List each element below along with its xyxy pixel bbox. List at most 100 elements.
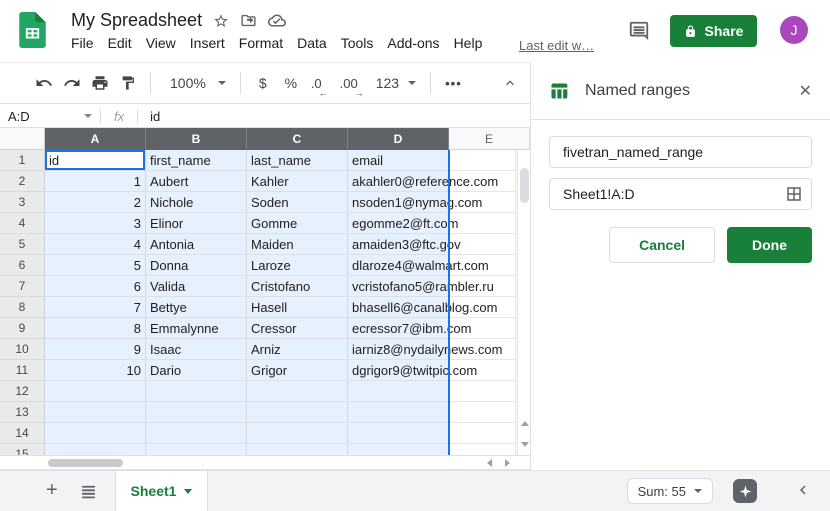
close-icon[interactable]: ✕ [799, 81, 812, 101]
row-header-4[interactable]: 4 [0, 213, 45, 234]
increase-decimal-button[interactable]: .00→ [334, 76, 364, 91]
cell-B4[interactable]: Elinor [146, 213, 247, 234]
all-sheets-menu-icon[interactable] [80, 483, 97, 500]
cell-B3[interactable]: Nichole [146, 192, 247, 213]
row-header-3[interactable]: 3 [0, 192, 45, 213]
cell-D3[interactable]: nsoden1@nymag.com [348, 192, 449, 213]
cell-C9[interactable]: Cressor [247, 318, 348, 339]
horizontal-scrollbar[interactable] [0, 455, 530, 470]
cell-D7[interactable]: vcristofano5@rambler.ru [348, 276, 449, 297]
cell-B15[interactable] [146, 444, 247, 455]
sum-summary-button[interactable]: Sum: 55 [627, 478, 713, 504]
cell-C14[interactable] [247, 423, 348, 444]
cell-A2[interactable]: 1 [45, 171, 146, 192]
cell-A9[interactable]: 8 [45, 318, 146, 339]
done-button[interactable]: Done [727, 227, 812, 263]
scroll-up-icon[interactable] [518, 413, 530, 434]
select-data-range-icon[interactable] [785, 185, 803, 203]
scroll-left-icon[interactable] [481, 456, 498, 470]
cell-A3[interactable]: 2 [45, 192, 146, 213]
row-header-8[interactable]: 8 [0, 297, 45, 318]
column-header-d[interactable]: D [348, 128, 449, 150]
select-all-corner[interactable] [0, 128, 45, 150]
cell-B7[interactable]: Valida [146, 276, 247, 297]
row-header-12[interactable]: 12 [0, 381, 45, 402]
row-header-5[interactable]: 5 [0, 234, 45, 255]
cell-E13[interactable] [449, 402, 516, 423]
cell-C11[interactable]: Grigor [247, 360, 348, 381]
cell-A15[interactable] [45, 444, 146, 455]
cell-B8[interactable]: Bettye [146, 297, 247, 318]
horizontal-scrollbar-thumb[interactable] [48, 459, 123, 467]
vertical-scrollbar[interactable] [517, 150, 530, 455]
cell-A6[interactable]: 5 [45, 255, 146, 276]
scroll-right-icon[interactable] [499, 456, 516, 470]
cell-A10[interactable]: 9 [45, 339, 146, 360]
redo-button[interactable] [58, 69, 86, 97]
print-button[interactable] [86, 69, 114, 97]
cell-E12[interactable] [449, 381, 516, 402]
format-currency-button[interactable]: $ [249, 69, 277, 97]
comment-icon[interactable] [628, 20, 650, 42]
cell-D12[interactable] [348, 381, 449, 402]
move-to-folder-icon[interactable] [240, 12, 257, 29]
cell-B13[interactable] [146, 402, 247, 423]
menu-tools[interactable]: Tools [334, 34, 381, 52]
cell-A1[interactable]: id [45, 150, 146, 171]
cell-A13[interactable] [45, 402, 146, 423]
cell-C3[interactable]: Soden [247, 192, 348, 213]
row-header-1[interactable]: 1 [0, 150, 45, 171]
row-header-2[interactable]: 2 [0, 171, 45, 192]
cell-A14[interactable] [45, 423, 146, 444]
menu-format[interactable]: Format [232, 34, 290, 52]
paint-format-button[interactable] [114, 69, 142, 97]
column-header-b[interactable]: B [146, 128, 247, 150]
cell-B2[interactable]: Aubert [146, 171, 247, 192]
row-header-13[interactable]: 13 [0, 402, 45, 423]
cell-C6[interactable]: Laroze [247, 255, 348, 276]
row-header-9[interactable]: 9 [0, 318, 45, 339]
add-sheet-icon[interactable]: + [46, 479, 58, 502]
column-header-e[interactable]: E [449, 128, 530, 150]
cell-D4[interactable]: egomme2@ft.com [348, 213, 449, 234]
cell-D15[interactable] [348, 444, 449, 455]
format-percent-button[interactable]: % [277, 69, 305, 97]
cell-C1[interactable]: last_name [247, 150, 348, 171]
menu-edit[interactable]: Edit [101, 34, 139, 52]
cell-B14[interactable] [146, 423, 247, 444]
cell-C10[interactable]: Arniz [247, 339, 348, 360]
scroll-down-icon[interactable] [518, 434, 530, 455]
collapse-panel-icon[interactable] [794, 481, 812, 499]
explore-button[interactable] [733, 479, 757, 503]
star-icon[interactable] [213, 13, 229, 29]
sheet-tab[interactable]: Sheet1 [115, 471, 208, 511]
formula-input[interactable]: id [138, 109, 530, 124]
avatar[interactable]: J [780, 16, 808, 44]
row-header-10[interactable]: 10 [0, 339, 45, 360]
row-header-11[interactable]: 11 [0, 360, 45, 381]
menu-data[interactable]: Data [290, 34, 334, 52]
cell-A8[interactable]: 7 [45, 297, 146, 318]
cell-A11[interactable]: 10 [45, 360, 146, 381]
more-formats-button[interactable]: 123 [368, 75, 422, 91]
more-toolbar-button[interactable]: ••• [439, 76, 468, 91]
cell-B11[interactable]: Dario [146, 360, 247, 381]
range-reference-input[interactable] [549, 178, 812, 210]
cell-D10[interactable]: iarniz8@nydailynews.com [348, 339, 449, 360]
cell-A4[interactable]: 3 [45, 213, 146, 234]
cell-D6[interactable]: dlaroze4@walmart.com [348, 255, 449, 276]
cell-A7[interactable]: 6 [45, 276, 146, 297]
share-button[interactable]: Share [670, 15, 757, 47]
collapse-toolbar-icon[interactable] [502, 75, 518, 91]
menu-file[interactable]: File [64, 34, 101, 52]
vertical-scrollbar-thumb[interactable] [520, 168, 529, 203]
column-header-a[interactable]: A [45, 128, 146, 150]
document-title[interactable]: My Spreadsheet [71, 10, 202, 31]
cell-C2[interactable]: Kahler [247, 171, 348, 192]
cell-D9[interactable]: ecressor7@ibm.com [348, 318, 449, 339]
undo-button[interactable] [30, 69, 58, 97]
cell-D5[interactable]: amaiden3@ftc.gov [348, 234, 449, 255]
cell-E15[interactable] [449, 444, 516, 455]
row-header-14[interactable]: 14 [0, 423, 45, 444]
cell-D11[interactable]: dgrigor9@twitpic.com [348, 360, 449, 381]
